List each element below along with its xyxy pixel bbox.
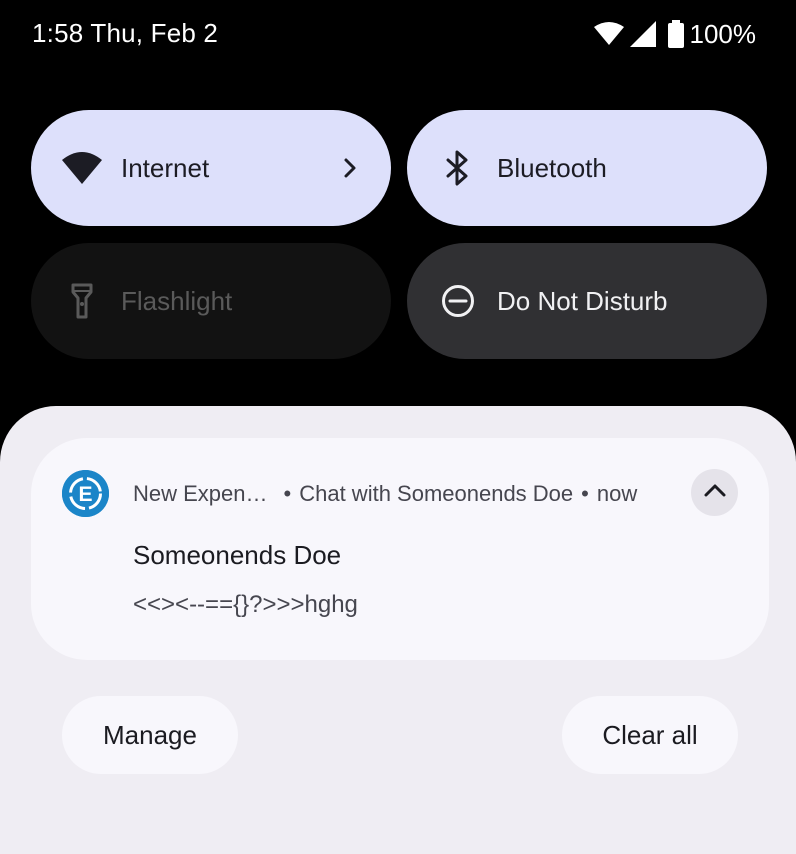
app-logo-icon: E — [62, 470, 109, 517]
tile-bluetooth[interactable]: Bluetooth — [407, 110, 767, 226]
clear-all-button[interactable]: Clear all — [562, 696, 738, 774]
do-not-disturb-icon — [437, 280, 479, 322]
tile-flashlight-label: Flashlight — [121, 285, 233, 316]
notification-time: now — [596, 481, 638, 506]
notification-shade-screen: 1:58 Thu, Feb 2 100% Internet Bluetooth … — [0, 0, 796, 854]
notification-title: Someonends Doe — [133, 540, 342, 570]
chevron-up-icon — [703, 482, 727, 503]
battery-icon — [667, 20, 684, 48]
tile-do-not-disturb-label: Do Not Disturb — [497, 285, 668, 316]
wifi-icon — [593, 22, 624, 46]
chevron-right-icon[interactable] — [339, 150, 361, 186]
cellular-signal-icon — [629, 21, 656, 47]
tile-do-not-disturb[interactable]: Do Not Disturb — [407, 243, 767, 359]
separator-dot: • — [283, 481, 292, 506]
collapse-notification-button[interactable] — [691, 469, 738, 516]
bluetooth-icon — [437, 147, 479, 189]
svg-text:E: E — [78, 483, 92, 506]
notification-channel: Chat with Someonends Doe — [299, 481, 574, 506]
status-icons: 100% — [593, 18, 757, 50]
battery-percent: 100% — [689, 18, 757, 49]
tile-bluetooth-label: Bluetooth — [497, 152, 607, 183]
notification-app-name: New Expen… — [133, 481, 268, 506]
notification-text: <<><--=={}?>>>hghg — [133, 591, 358, 618]
separator-dot: • — [581, 481, 589, 506]
manage-button[interactable]: Manage — [62, 696, 238, 774]
tile-internet[interactable]: Internet — [31, 110, 391, 226]
wifi-icon — [61, 147, 103, 189]
status-time-date: 1:58 Thu, Feb 2 — [32, 18, 219, 48]
tile-flashlight[interactable]: Flashlight — [31, 243, 391, 359]
status-bar: 1:58 Thu, Feb 2 100% — [0, 0, 796, 68]
notification-header: New Expen… • Chat with Someonends Doe • … — [133, 481, 637, 507]
tile-internet-label: Internet — [121, 152, 210, 183]
flashlight-icon — [61, 280, 103, 322]
